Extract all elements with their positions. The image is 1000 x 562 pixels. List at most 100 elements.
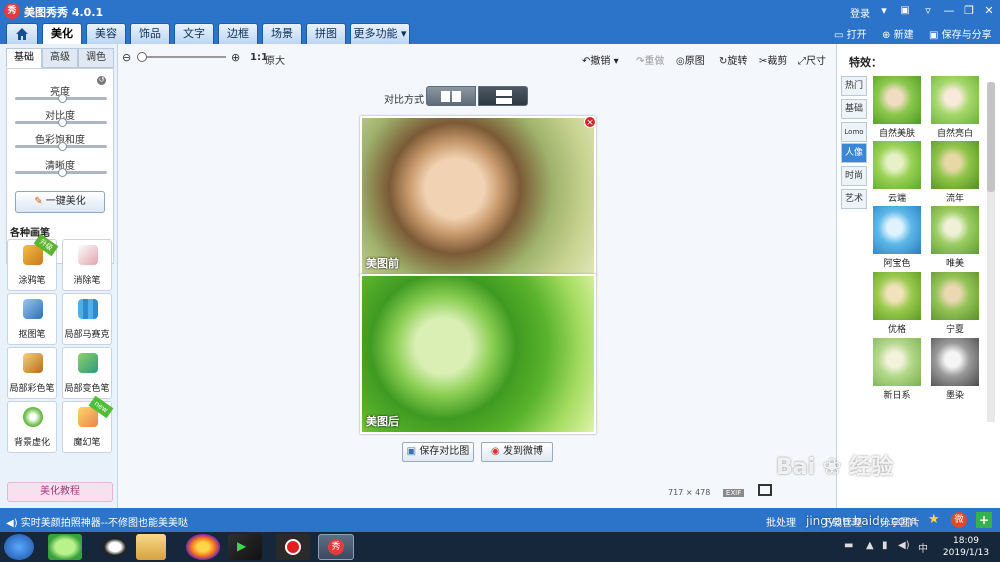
volume-icon[interactable]: ◀)	[898, 540, 910, 551]
menu-icon[interactable]: ▾	[876, 3, 892, 19]
effect-category-portrait[interactable]: 人像	[841, 143, 867, 163]
tab-accessories[interactable]: 饰品	[130, 23, 170, 44]
eraser-brush-button[interactable]: 消除笔	[62, 239, 112, 291]
side-by-side-button[interactable]	[426, 86, 476, 106]
batch-process-button[interactable]: 批处理	[766, 514, 796, 529]
file-explorer-icon[interactable]	[136, 534, 166, 560]
magic-brush-button[interactable]: new 魔幻笔	[62, 395, 114, 453]
system-clock[interactable]: 18:09 2019/1/13	[936, 535, 996, 559]
zoom-slider[interactable]	[142, 56, 226, 58]
cutout-brush-button[interactable]: 抠图笔	[7, 293, 57, 345]
effect-category-fashion[interactable]: 时尚	[841, 166, 867, 186]
effect-category-hot[interactable]: 热门	[841, 76, 867, 96]
qq-icon[interactable]	[98, 534, 132, 560]
graffiti-brush-button[interactable]: 升级 涂鸦笔	[7, 233, 59, 291]
restore-icon[interactable]: ❐	[961, 3, 977, 19]
brightness-slider-thumb[interactable]	[58, 94, 67, 103]
top-bottom-button[interactable]	[478, 86, 528, 106]
effect-new-japanese[interactable]: 新日系	[873, 338, 921, 401]
weibo-status-icon[interactable]: 微	[951, 512, 967, 528]
effect-category-basic[interactable]: 基础	[841, 99, 867, 119]
save-share-button[interactable]: ▣ 保存与分享	[929, 26, 992, 41]
message-icon[interactable]: ▣	[897, 3, 913, 19]
effect-ink[interactable]: 墨染	[931, 338, 979, 401]
eraser-brush-label: 消除笔	[73, 276, 101, 286]
star-icon[interactable]: ★	[928, 512, 940, 527]
effect-category-lomo[interactable]: Lomo	[841, 122, 867, 142]
baidu-watermark-url: jingyan.baidu.com	[806, 514, 917, 528]
login-link[interactable]: 登录	[850, 5, 870, 20]
effect-label: 流年	[945, 194, 964, 204]
effects-scrollbar[interactable]	[987, 82, 995, 422]
tab-frame[interactable]: 边框	[218, 23, 258, 44]
effect-aesthetic[interactable]: 唯美	[931, 206, 979, 269]
tab-beautify[interactable]: 美化	[42, 23, 82, 44]
color-brush-button[interactable]: 局部彩色笔	[7, 347, 57, 399]
save-compare-button[interactable]: ▣ 保存对比图	[402, 442, 474, 462]
recolor-brush-button[interactable]: 局部变色笔	[62, 347, 112, 399]
saturation-slider-thumb[interactable]	[58, 142, 67, 151]
tab-color-tone[interactable]: 调色	[78, 48, 114, 68]
status-message[interactable]: ◀) 实时美颜拍照神器--不修图也能美美哒	[6, 514, 188, 529]
minimize-icon[interactable]: —	[941, 3, 957, 19]
effect-ningxia[interactable]: 宁夏	[931, 272, 979, 335]
undo-button[interactable]: ↶撤销 ▾	[582, 52, 619, 67]
dropdown-icon[interactable]: ▿	[920, 3, 936, 19]
crop-button[interactable]: ✂裁剪	[759, 52, 787, 67]
after-photo	[362, 276, 594, 432]
one-key-beautify-button[interactable]: ✎ 一键美化	[15, 191, 105, 213]
compare-mode-label: 对比方式	[384, 95, 424, 106]
effect-fleeting-years[interactable]: 流年	[931, 141, 979, 204]
firefox-icon[interactable]	[186, 534, 220, 560]
zoom-out-icon[interactable]: ⊖	[122, 51, 131, 64]
effect-cloud[interactable]: 云端	[873, 141, 921, 204]
post-weibo-button[interactable]: ◉ 发到微博	[481, 442, 553, 462]
sharpness-slider-thumb[interactable]	[58, 168, 67, 177]
keyboard-icon[interactable]: ▬	[844, 540, 853, 551]
new-button[interactable]: ⊕ 新建	[882, 26, 914, 41]
recorder-icon[interactable]	[276, 534, 310, 560]
ime-icon[interactable]: 中	[918, 540, 928, 555]
background-blur-button[interactable]: 背景虚化	[7, 401, 57, 453]
network-icon[interactable]: ▮	[882, 540, 888, 551]
effect-natural-bright[interactable]: 自然亮白	[931, 76, 979, 139]
tab-retouch[interactable]: 美容	[86, 23, 126, 44]
recolor-brush-label: 局部变色笔	[64, 384, 110, 394]
tab-text[interactable]: 文字	[174, 23, 214, 44]
effects-scrollbar-thumb[interactable]	[987, 82, 995, 192]
effect-natural-skin[interactable]: 自然美肤	[873, 76, 921, 139]
360-browser-icon[interactable]	[48, 534, 82, 560]
zoom-slider-thumb[interactable]	[137, 52, 147, 62]
fit-view-icon[interactable]	[758, 484, 772, 496]
show-hidden-icons[interactable]: ▲	[866, 540, 874, 551]
rotate-button[interactable]: ↻旋转	[719, 52, 747, 67]
tutorial-button[interactable]: 美化教程	[7, 482, 113, 502]
tab-collage[interactable]: 拼图	[306, 23, 346, 44]
video-player-icon[interactable]: ▶	[228, 534, 262, 560]
contrast-slider-thumb[interactable]	[58, 118, 67, 127]
redo-button[interactable]: ↷重做	[636, 52, 664, 67]
meitu-taskbar-icon[interactable]: 秀	[318, 534, 354, 560]
zoom-in-icon[interactable]: ⊕	[231, 51, 240, 64]
tab-advanced[interactable]: 高级	[42, 48, 78, 68]
exif-badge[interactable]: EXIF	[722, 489, 745, 497]
effect-yogurt[interactable]: 优格	[873, 272, 921, 335]
save-share-label: 保存与分享	[941, 30, 992, 41]
tab-basic[interactable]: 基础	[6, 48, 42, 68]
windows-start-icon[interactable]	[4, 534, 34, 560]
home-tab[interactable]	[6, 23, 38, 44]
mosaic-brush-button[interactable]: 局部马赛克	[62, 293, 112, 345]
close-compare-icon[interactable]: ×	[584, 116, 596, 128]
open-button[interactable]: ▭ 打开	[834, 26, 867, 41]
original-button[interactable]: ◎原图	[676, 52, 705, 67]
size-button[interactable]: ⤢尺寸	[798, 52, 826, 67]
effect-abao-color[interactable]: 阿宝色	[873, 206, 921, 269]
add-plugin-icon[interactable]: +	[976, 512, 992, 528]
tab-scene[interactable]: 场景	[262, 23, 302, 44]
tab-more[interactable]: 更多功能 ▾	[350, 23, 410, 44]
original-size-button[interactable]: 原大	[265, 52, 285, 67]
effect-category-art[interactable]: 艺术	[841, 189, 867, 209]
original-icon: ◎	[676, 56, 685, 67]
magic-brush-label: 魔幻笔	[73, 438, 101, 448]
close-icon[interactable]: ✕	[981, 3, 997, 19]
